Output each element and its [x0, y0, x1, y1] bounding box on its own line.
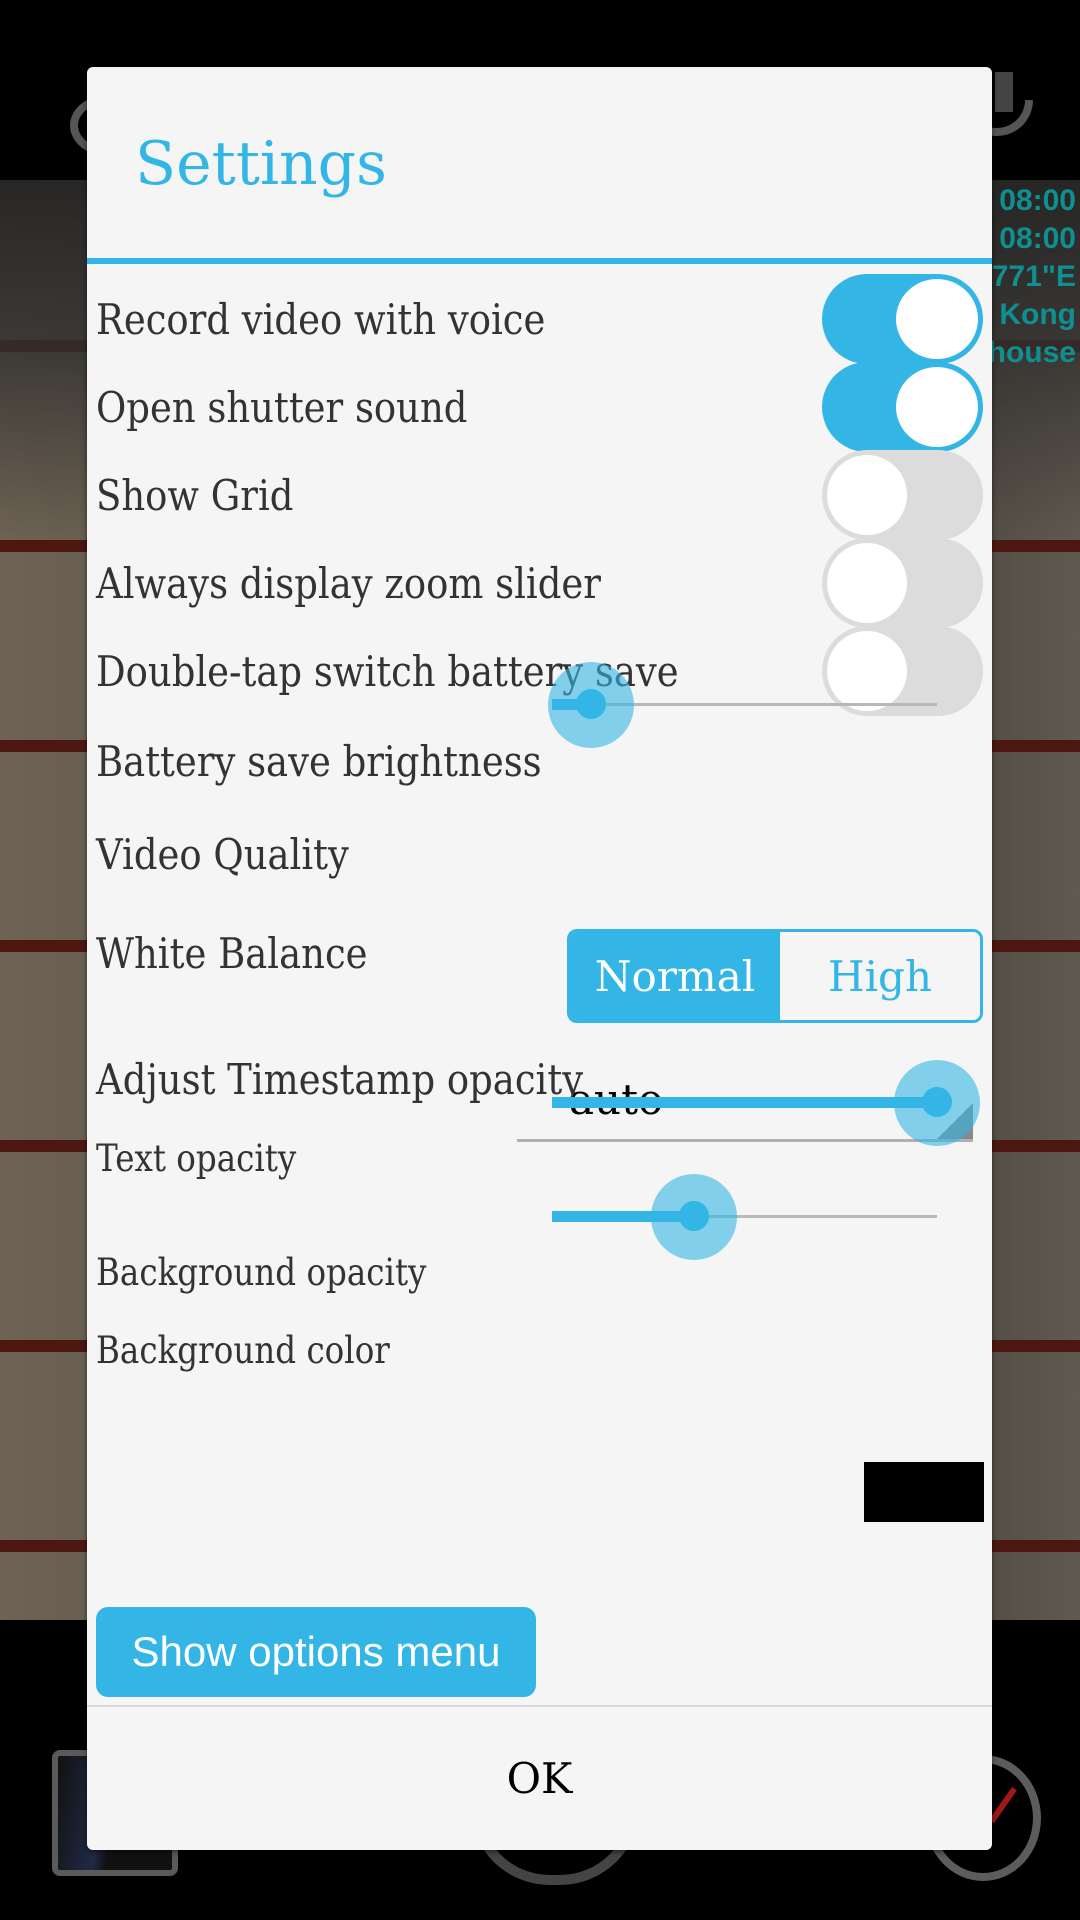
switch-knob	[896, 279, 978, 359]
ok-button[interactable]: OK	[87, 1707, 992, 1850]
dialog-title: Settings	[135, 129, 387, 199]
background-color-swatch[interactable]	[864, 1462, 984, 1522]
background-color-label: Background color	[96, 1329, 390, 1372]
white-balance-label: White Balance	[96, 929, 368, 978]
toggle-record-voice[interactable]	[822, 274, 983, 364]
toggle-shutter-sound[interactable]	[822, 362, 983, 452]
battery-brightness-slider[interactable]	[547, 659, 937, 749]
toggle-label-zoom-slider: Always display zoom slider	[96, 559, 601, 608]
toggle-label-shutter-sound: Open shutter sound	[96, 383, 468, 432]
text-opacity-label: Text opacity	[96, 1137, 297, 1180]
video-quality-high-option[interactable]: High	[780, 932, 980, 1020]
background-opacity-slider[interactable]	[552, 1171, 937, 1261]
text-opacity-slider[interactable]	[552, 1057, 980, 1147]
video-quality-normal-option[interactable]: Normal	[570, 932, 780, 1020]
title-divider	[87, 258, 992, 264]
slider-thumb[interactable]	[922, 1087, 952, 1117]
switch-knob	[827, 543, 907, 623]
video-quality-label: Video Quality	[96, 830, 349, 879]
background-opacity-label: Background opacity	[96, 1251, 427, 1294]
show-options-menu-button[interactable]: Show options menu	[96, 1607, 536, 1697]
video-quality-segmented-control: Normal High	[567, 929, 983, 1023]
toggle-show-grid[interactable]	[822, 450, 983, 540]
switch-knob	[896, 367, 978, 447]
toggle-label-show-grid: Show Grid	[96, 471, 294, 520]
battery-brightness-label: Battery save brightness	[96, 737, 542, 786]
toggle-zoom-slider[interactable]	[822, 538, 983, 628]
switch-knob	[827, 455, 907, 535]
slider-fill	[552, 1097, 937, 1108]
toggle-label-record-voice: Record video with voice	[96, 295, 546, 344]
slider-thumb[interactable]	[575, 689, 606, 719]
timestamp-section-heading: Adjust Timestamp opacity	[96, 1055, 584, 1104]
settings-dialog: Settings Record video with voice Open sh…	[87, 67, 992, 1850]
